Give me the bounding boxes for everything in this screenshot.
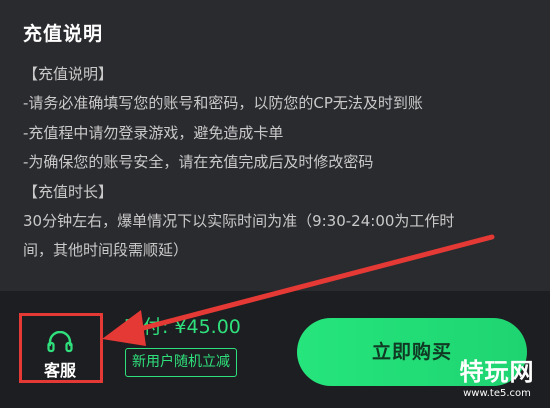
description-line: -请务必准确填写您的账号和密码，以防您的CP无法及时到账 bbox=[23, 94, 423, 113]
description-line: 30分钟左右，爆单情况下以实际时间为准（9:30-24:00为工作时 bbox=[23, 211, 455, 230]
description-line: -充值程中请勿登录游戏，避免造成卡单 bbox=[23, 123, 284, 142]
recharge-description: 【充值说明】 -请务必准确填写您的账号和密码，以防您的CP无法及时到账 -充值程… bbox=[23, 62, 533, 268]
price-display: 实付: ¥45.00 bbox=[124, 312, 241, 339]
new-user-discount-badge: 新用户随机立减 bbox=[125, 348, 237, 377]
description-line: 【充值时长】 bbox=[23, 182, 114, 201]
customer-service-label: 客服 bbox=[43, 361, 76, 380]
headset-icon bbox=[47, 331, 73, 353]
price-value: ¥45.00 bbox=[174, 316, 241, 338]
page-title: 充值说明 bbox=[23, 23, 104, 45]
description-line: 【充值说明】 bbox=[23, 65, 114, 83]
recharge-info-panel: 充值说明 【充值说明】 -请务必准确填写您的账号和密码，以防您的CP无法及时到账… bbox=[0, 0, 550, 291]
customer-service-button[interactable]: 客服 bbox=[28, 326, 92, 382]
watermark-url: www.te5.com bbox=[463, 388, 531, 399]
description-line: -为确保您的账号安全，请在充值完成后及时修改密码 bbox=[23, 153, 374, 172]
site-watermark: 特玩网 www.te5.com bbox=[448, 358, 546, 406]
price-label: 实付: bbox=[124, 316, 169, 338]
description-line: 间，其他时间段需顺延） bbox=[23, 241, 189, 260]
watermark-logo-text: 特玩网 bbox=[459, 358, 535, 386]
